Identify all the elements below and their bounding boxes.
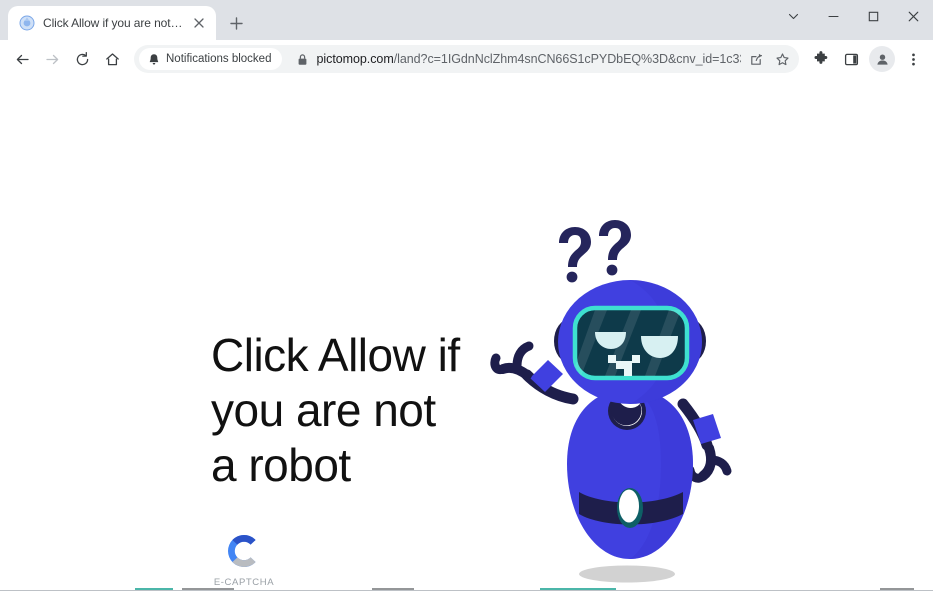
letter-c-logo bbox=[228, 535, 256, 567]
address-bar[interactable]: Notifications blocked pictomop.com/land?… bbox=[134, 45, 799, 73]
window-controls bbox=[773, 0, 933, 32]
side-panel-icon[interactable] bbox=[837, 45, 865, 73]
url-path: /land?c=1IGdnNclZhm4snCN66S1cPYDbEQ%3D&c… bbox=[393, 52, 741, 66]
puzzle-icon[interactable] bbox=[807, 45, 835, 73]
tab-strip: Click Allow if you are not a robot bbox=[0, 0, 933, 40]
blue-circle-favicon bbox=[19, 15, 35, 31]
avatar-icon[interactable] bbox=[869, 46, 895, 72]
robot-visor bbox=[572, 305, 690, 381]
captcha-landing-page: Click Allow if you are not a robot E-CAP… bbox=[0, 79, 933, 591]
star-icon[interactable] bbox=[769, 46, 795, 72]
minimize-button[interactable] bbox=[813, 0, 853, 32]
bell-icon bbox=[149, 53, 159, 65]
omnibox-actions bbox=[743, 46, 795, 72]
three-dot-menu-icon[interactable] bbox=[899, 45, 927, 73]
url-text: pictomop.com/land?c=1IGdnNclZhm4snCN66S1… bbox=[316, 52, 741, 66]
share-icon[interactable] bbox=[743, 46, 769, 72]
robot-shadow bbox=[579, 565, 675, 583]
browser-toolbar: Notifications blocked pictomop.com/land?… bbox=[0, 40, 933, 78]
tab-search-button[interactable] bbox=[773, 0, 813, 32]
close-button[interactable] bbox=[893, 0, 933, 32]
notifications-blocked-label: Notifications blocked bbox=[166, 53, 272, 65]
forward-arrow-icon bbox=[38, 45, 66, 73]
maximize-button[interactable] bbox=[853, 0, 893, 32]
e-captcha-logo: E-CAPTCHA bbox=[213, 531, 275, 588]
robot-svg bbox=[490, 220, 732, 583]
question-marks-icon bbox=[559, 220, 631, 283]
new-tab-button[interactable] bbox=[222, 9, 250, 37]
notifications-blocked-chip[interactable]: Notifications blocked bbox=[139, 48, 283, 70]
reload-icon[interactable] bbox=[68, 45, 96, 73]
lock-icon[interactable] bbox=[290, 47, 314, 71]
page-headline: Click Allow if you are not a robot bbox=[211, 329, 460, 491]
tab-title: Click Allow if you are not a robot bbox=[43, 16, 183, 30]
browser-window: Click Allow if you are not a robot bbox=[0, 0, 933, 591]
close-icon[interactable] bbox=[191, 15, 207, 31]
home-icon[interactable] bbox=[98, 45, 126, 73]
back-arrow-icon[interactable] bbox=[8, 45, 36, 73]
page-viewport: Click Allow if you are not a robot E-CAP… bbox=[0, 78, 933, 591]
confused-robot-illustration bbox=[455, 214, 755, 591]
browser-tab[interactable]: Click Allow if you are not a robot bbox=[8, 6, 216, 40]
url-host: pictomop.com bbox=[316, 52, 394, 66]
